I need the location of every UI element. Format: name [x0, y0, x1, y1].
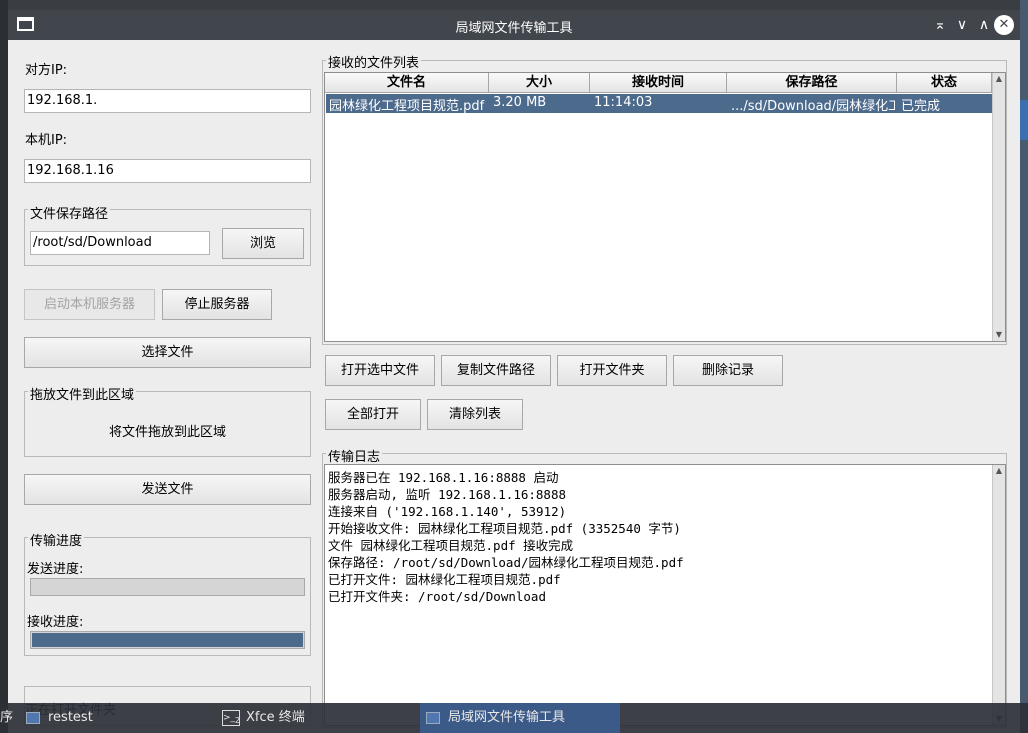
scroll-up-icon[interactable]: ▲ — [993, 73, 1005, 85]
open-all-button[interactable]: 全部打开 — [325, 399, 421, 430]
cell-path: .../sd/Download/园林绿化工程项目规范.pdf — [731, 99, 895, 114]
peer-ip-label: 对方IP: — [25, 63, 68, 78]
window-icon — [426, 711, 440, 724]
start-server-button[interactable]: 启动本机服务器 — [24, 289, 155, 320]
drop-area-title: 拖放文件到此区域 — [28, 384, 137, 403]
terminal-icon: >_2 — [222, 709, 240, 726]
col-header-size[interactable]: 大小 — [489, 73, 590, 93]
browse-button[interactable]: 浏览 — [222, 228, 304, 259]
open-selected-button[interactable]: 打开选中文件 — [325, 355, 435, 386]
shade-icon[interactable]: ⌅ — [930, 15, 950, 35]
stop-server-button[interactable]: 停止服务器 — [162, 289, 272, 320]
window-title: 局域网文件传输工具 — [455, 21, 573, 36]
desktop-left-edge — [0, 0, 8, 733]
col-header-name[interactable]: 文件名 — [325, 73, 489, 93]
select-file-button[interactable]: 选择文件 — [24, 337, 311, 368]
desktop-right-edge — [1020, 0, 1028, 733]
taskbar: 序 restest >_2 Xfce 终端 局域网文件传输工具 — [0, 703, 1028, 733]
file-list-scrollbar[interactable]: ▲ ▼ — [992, 73, 1005, 341]
log-scrollbar[interactable]: ▲ ▼ — [992, 465, 1005, 725]
send-file-button[interactable]: 发送文件 — [24, 474, 311, 505]
send-progress-label: 发送进度: — [27, 562, 84, 577]
taskbar-item-transfer-tool[interactable]: 局域网文件传输工具 — [420, 703, 620, 733]
col-header-time[interactable]: 接收时间 — [590, 73, 727, 93]
file-list-group-title: 接收的文件列表 — [326, 52, 422, 71]
close-icon[interactable]: ✕ — [994, 15, 1014, 35]
terminal-badge: 2 — [235, 715, 240, 725]
progress-group-title: 传输进度 — [28, 530, 85, 549]
taskbar-item-terminal[interactable]: >_2 Xfce 终端 — [222, 703, 305, 733]
file-table: 文件名 大小 接收时间 保存路径 状态 园林绿化工程项目规范.pdf 3.20 … — [324, 72, 1006, 342]
col-header-status[interactable]: 状态 — [897, 73, 992, 93]
peer-ip-input[interactable]: 192.168.1. — [24, 89, 311, 113]
scroll-down-icon[interactable]: ▼ — [993, 329, 1005, 341]
delete-record-button[interactable]: 删除记录 — [673, 355, 783, 386]
title-bar[interactable]: 局域网文件传输工具 ⌅ ∨ ∧ ✕ — [8, 10, 1020, 40]
local-ip-label: 本机IP: — [25, 133, 68, 148]
cell-time: 11:14:03 — [594, 95, 653, 110]
taskbar-item-label: Xfce 终端 — [246, 710, 305, 725]
maximize-icon[interactable]: ∧ — [974, 15, 994, 35]
minimize-icon[interactable]: ∨ — [952, 15, 972, 35]
save-path-group-title: 文件保存路径 — [28, 203, 111, 222]
copy-path-button[interactable]: 复制文件路径 — [441, 355, 551, 386]
open-folder-button[interactable]: 打开文件夹 — [557, 355, 667, 386]
col-header-path[interactable]: 保存路径 — [727, 73, 897, 93]
drop-hint: 将文件拖放到此区域 — [108, 425, 226, 440]
local-ip-input[interactable]: 192.168.1.16 — [24, 159, 311, 183]
taskbar-edge-text[interactable]: 序 — [0, 703, 13, 733]
receive-progress-label: 接收进度: — [27, 615, 84, 630]
cell-name: 园林绿化工程项目规范.pdf — [329, 99, 485, 114]
taskbar-item-label: 局域网文件传输工具 — [448, 710, 566, 725]
app-window: 局域网文件传输工具 ⌅ ∨ ∧ ✕ 对方IP: 192.168.1. 本机IP:… — [8, 10, 1020, 733]
window-icon — [26, 711, 40, 724]
save-path-input[interactable]: /root/sd/Download — [30, 231, 210, 255]
log-group-title: 传输日志 — [326, 446, 383, 465]
log-line: 已打开文件夹: /root/sd/Download — [328, 589, 546, 604]
cell-size: 3.20 MB — [493, 95, 547, 110]
scroll-up-icon[interactable]: ▲ — [993, 465, 1005, 477]
table-row[interactable]: 园林绿化工程项目规范.pdf 3.20 MB 11:14:03 .../sd/D… — [326, 94, 992, 114]
log-panel[interactable]: 服务器已在 192.168.1.16:8888 启动 服务器启动, 监听 192… — [324, 464, 1006, 726]
send-progress-bar — [30, 578, 305, 596]
taskbar-item-restest[interactable]: restest — [24, 703, 93, 733]
clear-list-button[interactable]: 清除列表 — [427, 399, 523, 430]
receive-progress-bar — [30, 631, 305, 649]
taskbar-item-label: restest — [48, 710, 93, 725]
cell-status: 已完成 — [901, 99, 941, 114]
receive-progress-fill — [32, 633, 303, 647]
